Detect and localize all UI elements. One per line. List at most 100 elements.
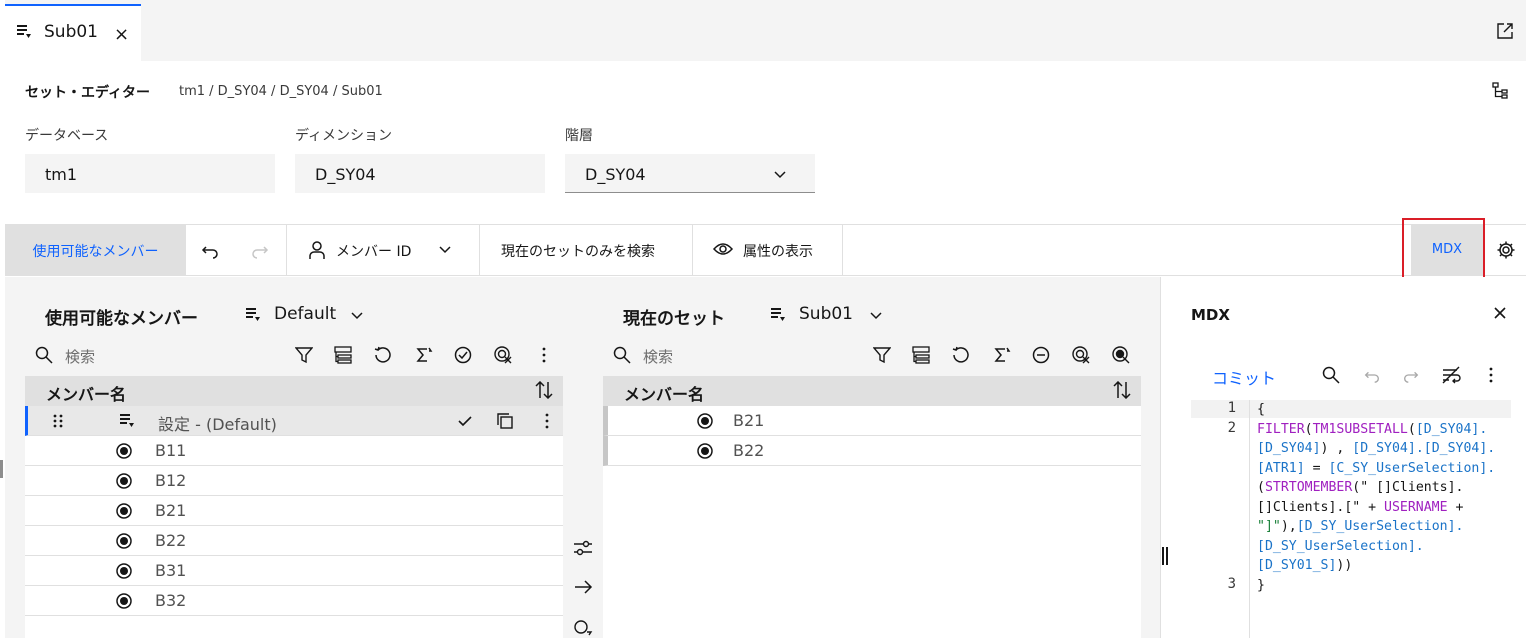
member-icon (697, 443, 713, 459)
filter-icon[interactable] (873, 346, 891, 364)
sliders-icon[interactable] (573, 539, 593, 557)
list-item[interactable]: B21 (603, 406, 1141, 436)
sum-icon[interactable] (415, 346, 433, 364)
list-item-subset[interactable]: 設定 - (Default) (25, 406, 563, 436)
line-number: 2 (1227, 420, 1236, 436)
checkmark-icon[interactable] (457, 413, 473, 429)
sort-icon[interactable] (1112, 381, 1132, 399)
reset-icon[interactable] (374, 346, 392, 364)
subset-icon (119, 413, 135, 429)
toolbar-divider (479, 225, 480, 275)
redo-icon[interactable] (1402, 366, 1420, 384)
hierarchy-level-icon[interactable] (334, 346, 352, 364)
tab-close-icon[interactable]: × (114, 24, 129, 45)
hierarchy-level-icon[interactable] (912, 346, 930, 364)
list-item[interactable]: B12 (25, 466, 563, 496)
drag-handle-icon[interactable] (51, 413, 65, 429)
list-item[interactable]: B32 (25, 586, 563, 616)
list-item-label: B31 (155, 561, 187, 580)
dimension-label: ディメンション (295, 128, 393, 144)
member-icon (116, 533, 132, 549)
sort-icon[interactable] (534, 381, 554, 399)
member-icon (116, 443, 132, 459)
member-icon (116, 593, 132, 609)
redo-icon[interactable] (250, 240, 270, 260)
undo-icon[interactable] (1363, 366, 1381, 384)
toolbar-divider (842, 225, 843, 275)
gear-icon[interactable] (1496, 240, 1516, 260)
gutter-divider (1249, 400, 1250, 638)
list-item-label: B21 (155, 501, 187, 520)
text-wrap-off-icon[interactable] (1441, 366, 1461, 384)
select-all-target-icon[interactable] (1112, 346, 1130, 364)
line-number: 3 (1227, 576, 1236, 592)
search-current-set-button[interactable]: 現在のセットのみを検索 (501, 241, 655, 261)
current-set-subset-dropdown[interactable]: Sub01 (799, 304, 853, 324)
overflow-menu-icon[interactable] (535, 346, 553, 364)
list-item-label: B11 (155, 441, 187, 460)
copy-icon[interactable] (496, 412, 514, 430)
subset-icon (245, 307, 261, 323)
editor-title: セット・エディター (25, 85, 151, 101)
commit-button[interactable]: コミット (1212, 365, 1276, 389)
tab-label: Sub01 (44, 22, 98, 42)
member-id-dropdown[interactable]: メンバー ID (336, 241, 411, 261)
deselect-target-icon[interactable] (1072, 346, 1090, 364)
hierarchy-icon[interactable] (1492, 82, 1510, 100)
list-item-label: B22 (733, 441, 765, 460)
available-search-input[interactable]: 検索 (65, 346, 95, 367)
breadcrumb: tm1 / D_SY04 / D_SY04 / Sub01 (179, 84, 383, 99)
available-members-button[interactable]: 使用可能なメンバー (5, 225, 186, 275)
undo-icon[interactable] (200, 240, 220, 260)
select-target-icon[interactable] (494, 346, 512, 364)
member-name-column-header[interactable]: メンバー名 (25, 376, 563, 406)
list-item-label: B22 (155, 531, 187, 550)
filter-icon[interactable] (295, 346, 313, 364)
current-set-search-input[interactable]: 検索 (643, 346, 673, 367)
subset-icon (770, 307, 786, 323)
reset-icon[interactable] (952, 346, 970, 364)
arrow-right-icon[interactable] (573, 578, 593, 596)
mdx-panel-title: MDX (1191, 306, 1230, 324)
tab-bar (5, 0, 1526, 61)
list-item[interactable]: B11 (25, 436, 563, 466)
chevron-down-icon (437, 241, 453, 257)
search-icon (613, 346, 631, 364)
popout-icon[interactable] (1496, 22, 1514, 40)
close-icon[interactable] (1493, 306, 1507, 320)
line-number: 1 (1227, 400, 1236, 416)
list-filler (25, 616, 563, 638)
dimension-field[interactable]: D_SY04 (295, 154, 545, 193)
toolbar-divider (692, 225, 693, 275)
list-item[interactable]: B21 (25, 496, 563, 526)
overflow-menu-icon[interactable] (1482, 366, 1500, 384)
mdx-code-editor[interactable]: { FILTER(TM1SUBSETALL([D_SY04]. [D_SY04]… (1257, 400, 1495, 595)
chevron-down-icon (772, 166, 788, 182)
database-label: データベース (25, 128, 109, 144)
subset-icon (16, 24, 32, 40)
list-item[interactable]: B22 (603, 436, 1141, 466)
hierarchy-label: 階層 (565, 128, 593, 144)
search-icon[interactable] (1322, 366, 1340, 384)
user-icon (308, 240, 326, 260)
available-members-title: 使用可能なメンバー (45, 309, 198, 329)
available-members-subset-dropdown[interactable]: Default (274, 304, 336, 324)
database-field[interactable]: tm1 (25, 154, 275, 193)
chevron-down-icon (868, 307, 884, 323)
list-item[interactable]: B22 (25, 526, 563, 556)
sum-icon[interactable] (993, 346, 1011, 364)
list-item[interactable]: B31 (25, 556, 563, 586)
show-attributes-button[interactable]: 属性の表示 (743, 241, 813, 261)
remove-circle-icon[interactable] (1032, 346, 1050, 364)
chevron-down-icon (349, 307, 365, 323)
current-set-empty-area (603, 466, 1141, 638)
checkmark-circle-icon[interactable] (454, 346, 472, 364)
insert-icon[interactable] (573, 618, 593, 636)
search-icon (35, 346, 53, 364)
member-name-column-header[interactable]: メンバー名 (603, 376, 1141, 406)
overflow-menu-icon[interactable] (538, 412, 556, 430)
splitter-handle[interactable] (1161, 547, 1169, 565)
mdx-highlight-box (1402, 218, 1485, 282)
member-icon (697, 413, 713, 429)
member-icon (116, 473, 132, 489)
